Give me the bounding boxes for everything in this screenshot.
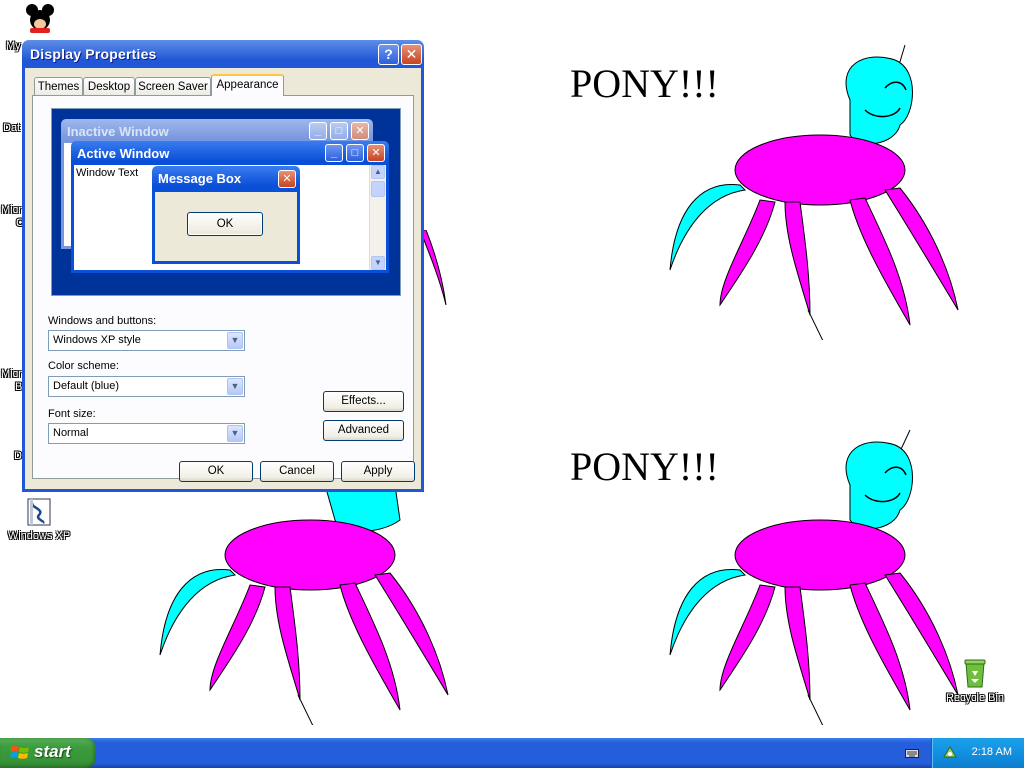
pony-drawing-bottom-right xyxy=(669,429,959,725)
scroll-thumb xyxy=(371,181,385,197)
desktop: PONY!!! PONY!!! My Dat Micr C Micr B D W… xyxy=(0,0,1024,738)
cancel-button[interactable]: Cancel xyxy=(260,461,334,482)
preview-message-ok-button: OK xyxy=(187,212,263,236)
desktop-icon-label-dat[interactable]: Dat xyxy=(3,122,20,134)
appearance-preview: Inactive Window _ □ ✕ Active Window _ □ … xyxy=(51,108,401,296)
dialog-titlebar[interactable]: Display Properties ? ✕ xyxy=(25,40,422,68)
close-icon: ✕ xyxy=(405,46,418,62)
display-properties-dialog: Display Properties ? ✕ Themes Desktop Sc… xyxy=(22,40,424,492)
preview-inactive-close-icon: ✕ xyxy=(351,122,369,140)
windows-xp-setup-icon xyxy=(27,498,51,526)
windows-xp-icon-label: Windows XP xyxy=(7,530,71,542)
recycle-bin-icon xyxy=(964,659,986,688)
desktop-icon-label-my[interactable]: My xyxy=(6,40,21,52)
effects-button[interactable]: Effects... xyxy=(323,391,404,412)
ok-button[interactable]: OK xyxy=(179,461,253,482)
preview-active-minimize-icon: _ xyxy=(325,144,343,162)
recycle-bin-desktop-icon[interactable]: Recycle Bin xyxy=(940,657,1010,704)
preview-inactive-maximize-icon: □ xyxy=(330,122,348,140)
mickey-desktop-icon[interactable] xyxy=(20,2,60,37)
font-size-select[interactable]: Normal ▼ xyxy=(48,423,245,444)
pony-leg-partial xyxy=(420,230,447,306)
close-button[interactable]: ✕ xyxy=(401,44,422,65)
mickey-icon xyxy=(26,4,54,33)
help-button[interactable]: ? xyxy=(378,44,399,65)
font-size-label: Font size: xyxy=(48,408,96,420)
windows-buttons-select[interactable]: Windows XP style ▼ xyxy=(48,330,245,351)
preview-active-close-icon: ✕ xyxy=(367,144,385,162)
color-scheme-value: Default (blue) xyxy=(53,380,120,392)
scroll-down-arrow-icon: ▼ xyxy=(371,256,385,270)
desktop-icon-label-micr-2[interactable]: Micr xyxy=(1,368,22,380)
preview-window-text: Window Text xyxy=(76,167,139,179)
taskbar: start 2:18 AM xyxy=(0,738,1024,768)
keyboard-tray-icon[interactable] xyxy=(905,747,919,759)
appearance-tab-page: Inactive Window _ □ ✕ Active Window _ □ … xyxy=(32,95,414,479)
windows-logo-icon xyxy=(10,745,29,759)
desktop-icon-label-d[interactable]: D xyxy=(14,450,22,462)
windows-xp-desktop-icon[interactable]: Windows XP xyxy=(4,497,74,542)
tab-screen-saver[interactable]: Screen Saver xyxy=(135,77,211,95)
color-scheme-select[interactable]: Default (blue) ▼ xyxy=(48,376,245,397)
recycle-bin-icon-label: Recycle Bin xyxy=(945,692,1005,704)
system-tray: 2:18 AM xyxy=(931,738,1024,768)
network-tray-icon[interactable] xyxy=(942,745,958,761)
start-button[interactable]: start xyxy=(0,738,96,768)
dialog-client: Themes Desktop Screen Saver Appearance I… xyxy=(25,68,421,489)
pony-drawing-top-right xyxy=(669,44,959,340)
chevron-down-icon[interactable]: ▼ xyxy=(227,378,243,395)
chevron-down-icon[interactable]: ▼ xyxy=(227,332,243,349)
color-scheme-label: Color scheme: xyxy=(48,360,119,372)
windows-buttons-value: Windows XP style xyxy=(53,334,141,346)
tab-appearance[interactable]: Appearance xyxy=(211,74,284,96)
preview-message-title: Message Box xyxy=(158,171,242,186)
preview-message-close-icon: ✕ xyxy=(278,170,296,188)
start-label: start xyxy=(34,742,71,761)
windows-buttons-label: Windows and buttons: xyxy=(48,315,157,327)
tab-themes[interactable]: Themes xyxy=(34,77,83,95)
preview-active-title: Active Window xyxy=(77,146,170,161)
preview-active-maximize-icon: □ xyxy=(346,144,364,162)
clock[interactable]: 2:18 AM xyxy=(972,746,1012,758)
preview-inactive-minimize-icon: _ xyxy=(309,122,327,140)
preview-scrollbar: ▲ ▼ xyxy=(369,165,386,270)
apply-button[interactable]: Apply xyxy=(341,461,415,482)
preview-message-client: OK xyxy=(155,192,297,261)
tab-desktop[interactable]: Desktop xyxy=(83,77,135,95)
chevron-down-icon[interactable]: ▼ xyxy=(227,425,243,442)
dialog-title: Display Properties xyxy=(30,46,157,62)
help-icon: ? xyxy=(384,46,393,62)
scroll-up-arrow-icon: ▲ xyxy=(371,165,385,179)
preview-message-box: Message Box ✕ OK xyxy=(152,166,300,264)
preview-inactive-title: Inactive Window xyxy=(67,124,169,139)
advanced-button[interactable]: Advanced xyxy=(323,420,404,441)
desktop-icon-label-micr-1[interactable]: Micr xyxy=(1,204,22,216)
font-size-value: Normal xyxy=(53,427,89,439)
